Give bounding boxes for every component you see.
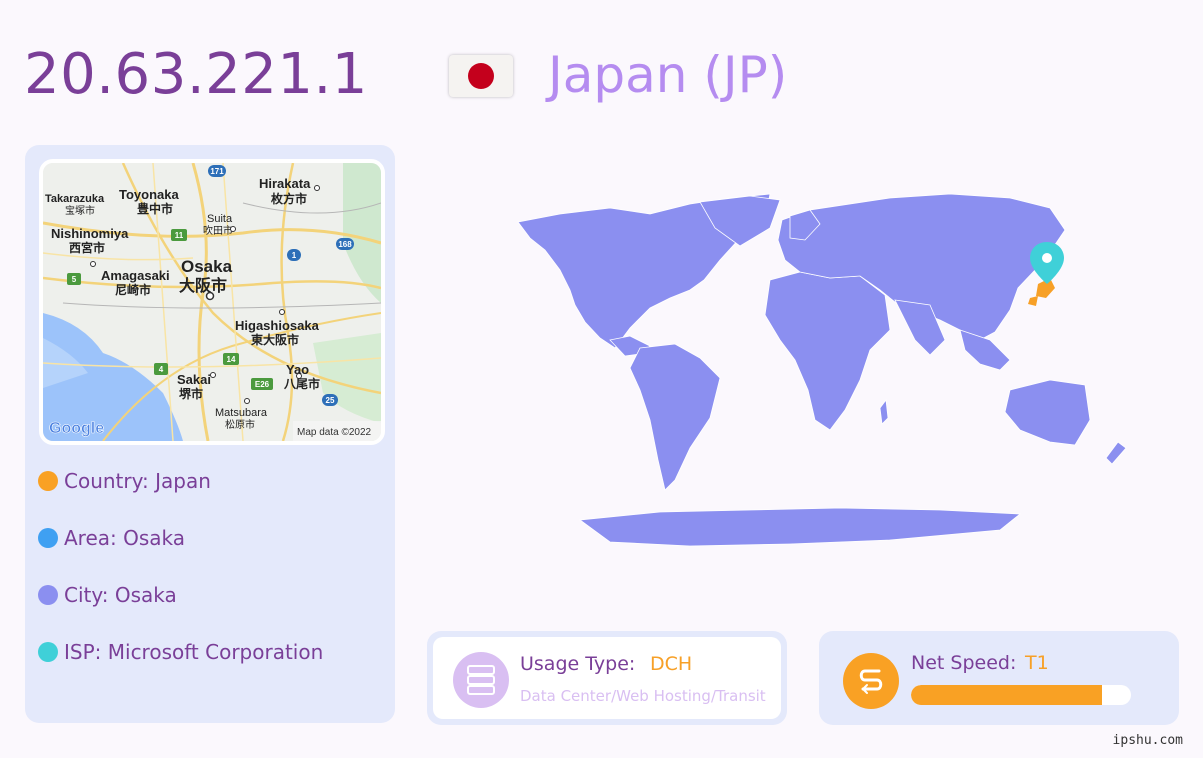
info-panel: Takarazuka 宝塚市 Toyonaka 豊中市 Hirakata 枚方市… xyxy=(25,145,395,723)
map-attribution[interactable]: Map data ©2022 xyxy=(297,427,372,438)
country-title: Japan (JP) xyxy=(548,46,788,104)
net-speed-value: T1 xyxy=(1025,652,1049,674)
map-label-takarazuka: Takarazuka xyxy=(45,193,105,205)
city-dot-icon xyxy=(38,585,58,605)
country-dot-icon xyxy=(38,471,58,491)
map-label-nishinomiya-jp: 西宮市 xyxy=(69,240,105,255)
map-label-osaka-jp: 大阪市 xyxy=(179,276,227,295)
isp-dot-icon xyxy=(38,642,58,662)
net-speed-label: Net Speed: xyxy=(911,652,1017,674)
route-badge-25: 25 xyxy=(326,396,335,405)
route-badge-4: 4 xyxy=(159,365,164,374)
location-map[interactable]: Takarazuka 宝塚市 Toyonaka 豊中市 Hirakata 枚方市… xyxy=(39,159,385,445)
map-label-osaka: Osaka xyxy=(181,257,233,276)
map-label-suita-jp: 吹田市 xyxy=(203,224,233,237)
route-badge-168: 168 xyxy=(338,240,352,249)
route-badge-11: 11 xyxy=(175,231,184,240)
route-badge-14: 14 xyxy=(227,355,236,364)
watermark: ipshu.com xyxy=(1112,733,1183,748)
map-label-higashiosaka: Higashiosaka xyxy=(235,318,320,333)
info-isp: ISP: Microsoft Corporation xyxy=(38,637,323,667)
map-label-sakai: Sakai xyxy=(177,372,211,387)
info-city-text: City: Osaka xyxy=(64,583,177,607)
world-map xyxy=(490,180,1170,560)
info-country-text: Country: Japan xyxy=(64,469,211,493)
net-speed-card: Net Speed: T1 xyxy=(819,631,1179,725)
map-label-higashiosaka-jp: 東大阪市 xyxy=(251,332,299,347)
net-speed-bar xyxy=(911,685,1131,705)
net-speed-bar-fill xyxy=(911,685,1103,705)
map-label-matsubara: Matsubara xyxy=(215,407,268,419)
info-city: City: Osaka xyxy=(38,580,177,610)
route-badge-e26: E26 xyxy=(255,380,270,389)
map-label-amagasaki-jp: 尼崎市 xyxy=(115,282,151,297)
area-dot-icon xyxy=(38,528,58,548)
usage-type-description: Data Center/Web Hosting/Transit xyxy=(520,687,766,705)
speed-icon xyxy=(843,653,899,709)
info-country: Country: Japan xyxy=(38,466,211,496)
map-label-toyonaka: Toyonaka xyxy=(119,187,179,202)
route-badge-171: 171 xyxy=(210,167,224,176)
map-label-nishinomiya: Nishinomiya xyxy=(51,226,129,241)
map-label-takarazuka-jp: 宝塚市 xyxy=(65,204,95,217)
map-label-matsubara-jp: 松原市 xyxy=(225,418,255,431)
google-logo: Google xyxy=(49,420,104,437)
route-badge-5: 5 xyxy=(72,275,77,284)
map-label-hirakata: Hirakata xyxy=(259,176,311,191)
ip-address: 20.63.221.1 xyxy=(24,42,368,107)
usage-type-value: DCH xyxy=(650,653,693,675)
route-badge-1: 1 xyxy=(292,251,297,260)
info-isp-text: ISP: Microsoft Corporation xyxy=(64,640,324,664)
map-label-sakai-jp: 堺市 xyxy=(179,386,203,401)
server-icon xyxy=(453,652,509,708)
map-label-suita: Suita xyxy=(207,213,233,225)
location-pin-icon xyxy=(1030,242,1064,284)
usage-type-label: Usage Type: xyxy=(520,653,636,675)
info-area: Area: Osaka xyxy=(38,523,185,553)
map-label-toyonaka-jp: 豊中市 xyxy=(137,201,173,216)
japan-flag-icon xyxy=(449,55,513,97)
map-label-hirakata-jp: 枚方市 xyxy=(271,191,307,206)
map-label-yao-jp: 八尾市 xyxy=(283,376,320,391)
usage-type-card: Usage Type: DCH Data Center/Web Hosting/… xyxy=(427,631,787,725)
map-label-amagasaki: Amagasaki xyxy=(101,268,170,283)
info-area-text: Area: Osaka xyxy=(64,526,186,550)
